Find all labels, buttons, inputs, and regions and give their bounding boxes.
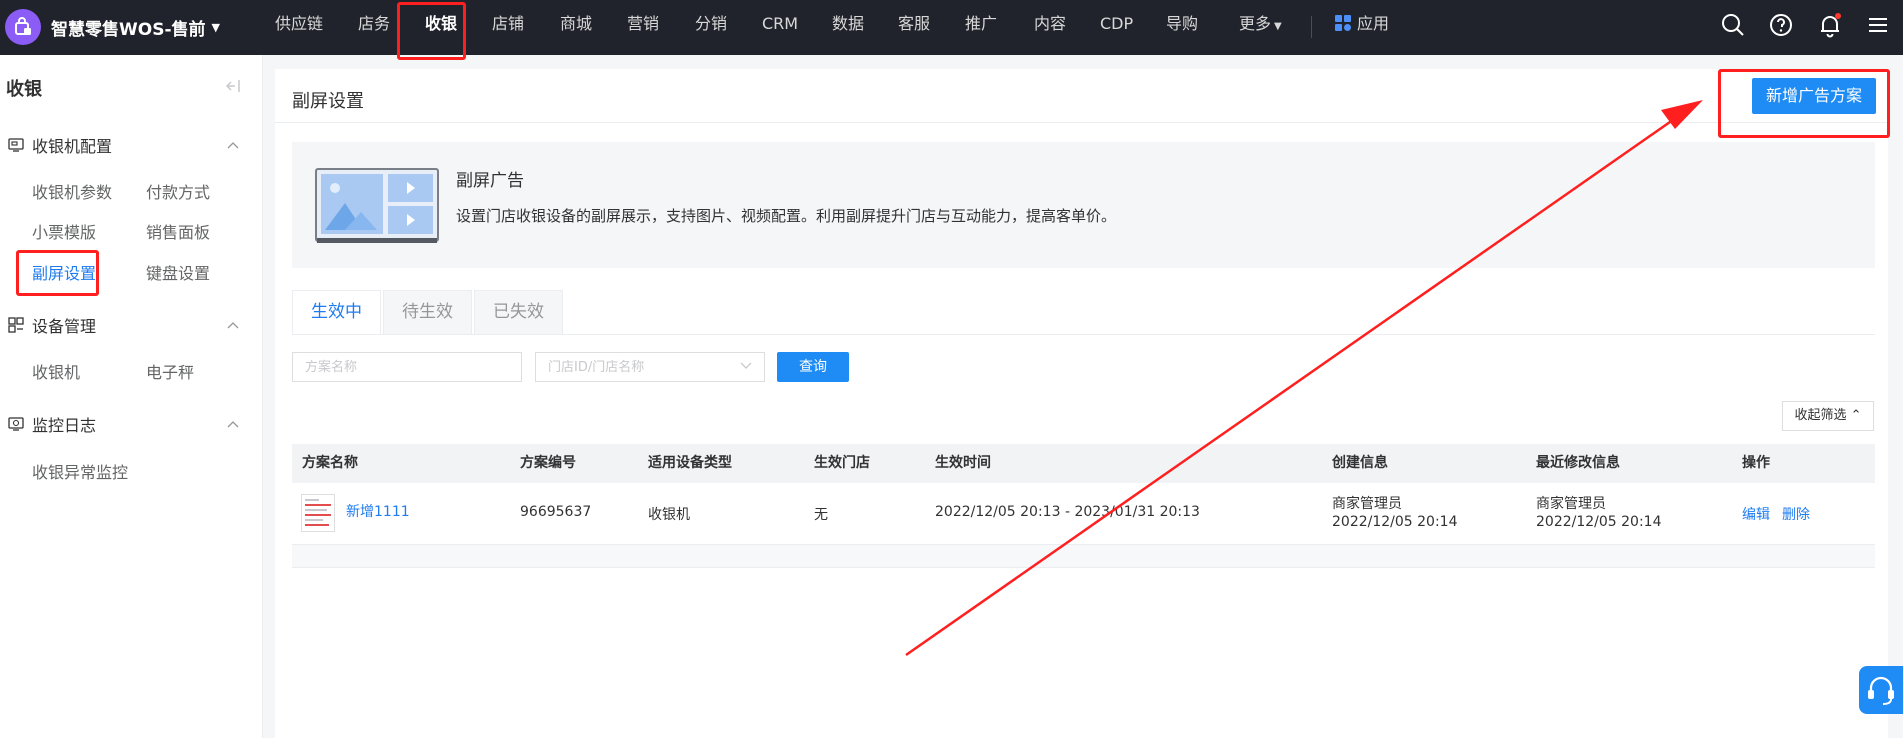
created-at: 2022/12/05 20:14 bbox=[1332, 514, 1458, 530]
chevron-down-icon bbox=[740, 362, 752, 369]
brand-name: 智慧零售WOS-售前 bbox=[51, 19, 206, 40]
device-type: 收银机 bbox=[648, 507, 690, 523]
sidebar-item-sales-panel[interactable]: 销售面板 bbox=[146, 219, 210, 243]
add-ad-plan-button[interactable]: 新增广告方案 bbox=[1752, 78, 1876, 114]
store-select[interactable] bbox=[535, 352, 765, 382]
column-header: 生效门店 bbox=[814, 455, 870, 471]
sidebar-group-device-management[interactable]: 设备管理 bbox=[8, 312, 96, 338]
nav-item-promotion[interactable]: 推广 bbox=[965, 0, 997, 55]
column-header: 操作 bbox=[1742, 455, 1770, 471]
column-header: 最近修改信息 bbox=[1536, 455, 1620, 471]
customer-support-button[interactable] bbox=[1859, 666, 1903, 714]
tab-expired[interactable]: 已失效 bbox=[474, 290, 563, 335]
nav-item-shopping-guide[interactable]: 导购 bbox=[1166, 0, 1198, 55]
bag-icon bbox=[5, 9, 41, 45]
sidebar-item-electronic-scale[interactable]: 电子秤 bbox=[146, 359, 194, 383]
collapse-sidebar-icon[interactable] bbox=[224, 79, 242, 93]
sidebar-item-secondary-screen[interactable]: 副屏设置 bbox=[32, 260, 96, 284]
headset-icon bbox=[1868, 676, 1894, 705]
monitor-icon bbox=[8, 417, 24, 431]
nav-item-mall[interactable]: 商城 bbox=[560, 0, 592, 55]
nav-item-shop[interactable]: 店铺 bbox=[492, 0, 524, 55]
intro-banner: 副屏广告 设置门店收银设备的副屏展示，支持图片、视频配置。利用副屏提升门店与互动… bbox=[292, 142, 1875, 268]
plan-code: 96695637 bbox=[520, 504, 592, 520]
chevron-up-icon[interactable] bbox=[226, 320, 240, 330]
device-icon bbox=[8, 317, 24, 333]
table-header: 方案名称 方案编号 适用设备类型 生效门店 生效时间 创建信息 最近修改信息 操… bbox=[292, 444, 1875, 483]
nav-item-store-ops[interactable]: 店务 bbox=[358, 0, 390, 55]
tab-pending[interactable]: 待生效 bbox=[383, 290, 472, 335]
nav-item-apps[interactable]: 应用 bbox=[1335, 0, 1389, 55]
query-button[interactable]: 查询 bbox=[777, 352, 849, 382]
nav-item-cdp[interactable]: CDP bbox=[1100, 0, 1133, 55]
help-icon[interactable] bbox=[1768, 12, 1794, 38]
collapse-filter-button[interactable]: 收起筛选 ⌃ bbox=[1782, 401, 1874, 431]
nav-item-distribution[interactable]: 分销 bbox=[695, 0, 727, 55]
caret-down-icon: ▼ bbox=[1274, 21, 1282, 32]
nav-item-marketing[interactable]: 营销 bbox=[627, 0, 659, 55]
register-config-icon bbox=[8, 138, 24, 152]
table-footer bbox=[292, 545, 1875, 568]
intro-title: 副屏广告 bbox=[456, 171, 524, 191]
sidebar-item-payment-methods[interactable]: 付款方式 bbox=[146, 179, 210, 203]
nav-item-customer-service[interactable]: 客服 bbox=[898, 0, 930, 55]
table-row: 新增1111 96695637 收银机 无 2022/12/05 20:13 -… bbox=[292, 483, 1875, 545]
column-header: 方案编号 bbox=[520, 455, 576, 471]
column-header: 适用设备类型 bbox=[648, 455, 732, 471]
main-panel: 副屏设置 新增广告方案 副屏广告 设置门店收银设备的副屏展示，支持图片、视频配置… bbox=[275, 69, 1888, 738]
sidebar-group-register-config[interactable]: 收银机配置 bbox=[8, 132, 112, 158]
plan-name-input[interactable] bbox=[293, 353, 521, 381]
edit-link[interactable]: 编辑 bbox=[1742, 504, 1770, 524]
nav-item-data[interactable]: 数据 bbox=[832, 0, 864, 55]
creator: 商家管理员 bbox=[1332, 496, 1402, 512]
tabs-divider bbox=[292, 334, 1875, 335]
sidebar-item-register-params[interactable]: 收银机参数 bbox=[32, 179, 112, 203]
store-select-input[interactable] bbox=[536, 353, 764, 381]
effective-stores: 无 bbox=[814, 507, 828, 523]
intro-description: 设置门店收银设备的副屏展示，支持图片、视频配置。利用副屏提升门店与互动能力，提高… bbox=[456, 207, 1117, 225]
sidebar-item-keyboard-settings[interactable]: 键盘设置 bbox=[146, 260, 210, 284]
chevron-up-icon[interactable] bbox=[226, 140, 240, 150]
sidebar-group-monitor-log[interactable]: 监控日志 bbox=[8, 411, 96, 437]
chevron-up-icon[interactable] bbox=[226, 419, 240, 429]
apps-label: 应用 bbox=[1357, 14, 1390, 33]
plan-name-field bbox=[292, 352, 522, 382]
column-header: 创建信息 bbox=[1332, 455, 1388, 471]
plan-name-link[interactable]: 新增1111 bbox=[346, 501, 410, 521]
status-tabs: 生效中 待生效 已失效 bbox=[292, 290, 565, 335]
sidebar-title: 收银 bbox=[6, 79, 42, 100]
nav-more-label: 更多 bbox=[1239, 14, 1272, 33]
sidebar: 收银 收银机配置 收银机参数 付款方式 小票模版 销售面板 副屏设置 键盘设置 … bbox=[0, 55, 263, 738]
sidebar-item-receipt-template[interactable]: 小票模版 bbox=[32, 219, 96, 243]
modifier: 商家管理员 bbox=[1536, 496, 1606, 512]
page-title: 副屏设置 bbox=[292, 91, 364, 112]
apps-grid-icon bbox=[1335, 15, 1351, 31]
column-header: 方案名称 bbox=[302, 455, 358, 471]
tab-active[interactable]: 生效中 bbox=[292, 290, 381, 335]
modified-at: 2022/12/05 20:14 bbox=[1536, 514, 1662, 530]
nav-item-crm[interactable]: CRM bbox=[762, 0, 798, 55]
nav-item-content[interactable]: 内容 bbox=[1034, 0, 1066, 55]
sidebar-item-cash-register[interactable]: 收银机 bbox=[32, 359, 80, 383]
group-label: 设备管理 bbox=[32, 317, 97, 336]
menu-icon[interactable] bbox=[1865, 12, 1891, 38]
secondary-screen-illustration-icon bbox=[315, 168, 439, 243]
nav-divider bbox=[1311, 16, 1312, 38]
bell-icon[interactable] bbox=[1817, 12, 1843, 38]
delete-link[interactable]: 删除 bbox=[1782, 504, 1810, 524]
nav-item-supply-chain[interactable]: 供应链 bbox=[275, 0, 323, 55]
column-header: 生效时间 bbox=[935, 455, 991, 471]
sidebar-item-register-exception-monitor[interactable]: 收银异常监控 bbox=[32, 459, 128, 483]
header-divider bbox=[275, 122, 1888, 123]
caret-down-icon: ▼ bbox=[211, 20, 220, 34]
nav-item-more[interactable]: 更多 ▼ bbox=[1239, 0, 1282, 55]
nav-item-cashier[interactable]: 收银 bbox=[425, 0, 457, 55]
plan-thumbnail-icon bbox=[301, 494, 335, 532]
group-label: 监控日志 bbox=[32, 416, 97, 435]
search-icon[interactable] bbox=[1720, 12, 1746, 38]
group-label: 收银机配置 bbox=[32, 137, 113, 156]
top-navigation-bar: 智慧零售WOS-售前 ▼ 供应链 店务 收银 店铺 商城 营销 分销 CRM 数… bbox=[0, 0, 1903, 55]
effective-time: 2022/12/05 20:13 - 2023/01/31 20:13 bbox=[935, 504, 1200, 520]
brand-switcher[interactable]: 智慧零售WOS-售前 ▼ bbox=[5, 9, 220, 45]
